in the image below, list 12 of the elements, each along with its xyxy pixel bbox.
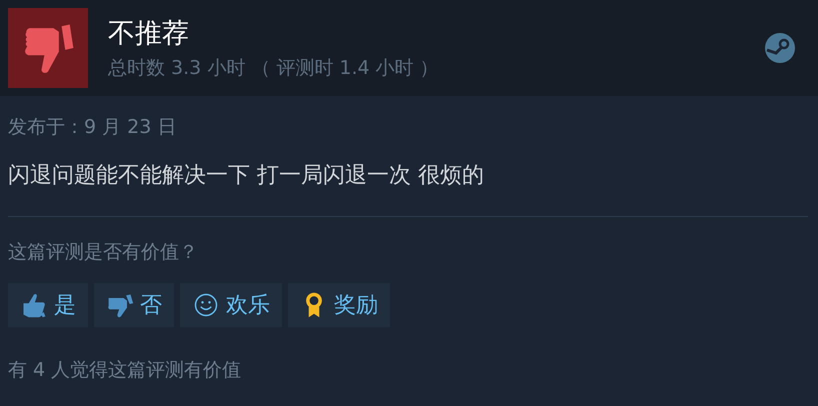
verdict-title: 不推荐 — [108, 17, 190, 51]
no-button[interactable]: 否 — [94, 283, 174, 327]
smiley-icon — [192, 291, 220, 319]
award-button[interactable]: 奖励 — [288, 283, 390, 327]
helpful-count: 有 4 人觉得这篇评测有价值 — [8, 358, 242, 383]
helpful-question: 这篇评测是否有价值？ — [8, 240, 198, 265]
steam-logo-icon — [764, 32, 796, 64]
review-text: 闪退问题能不能解决一下 打一局闪退一次 很烦的 — [8, 162, 484, 190]
yes-button[interactable]: 是 — [8, 283, 88, 327]
posted-date: 发布于：9 月 23 日 — [8, 115, 176, 140]
playtime-text: 总时数 3.3 小时 （ 评测时 1.4 小时 ） — [108, 56, 440, 81]
funny-button[interactable]: 欢乐 — [180, 283, 282, 327]
